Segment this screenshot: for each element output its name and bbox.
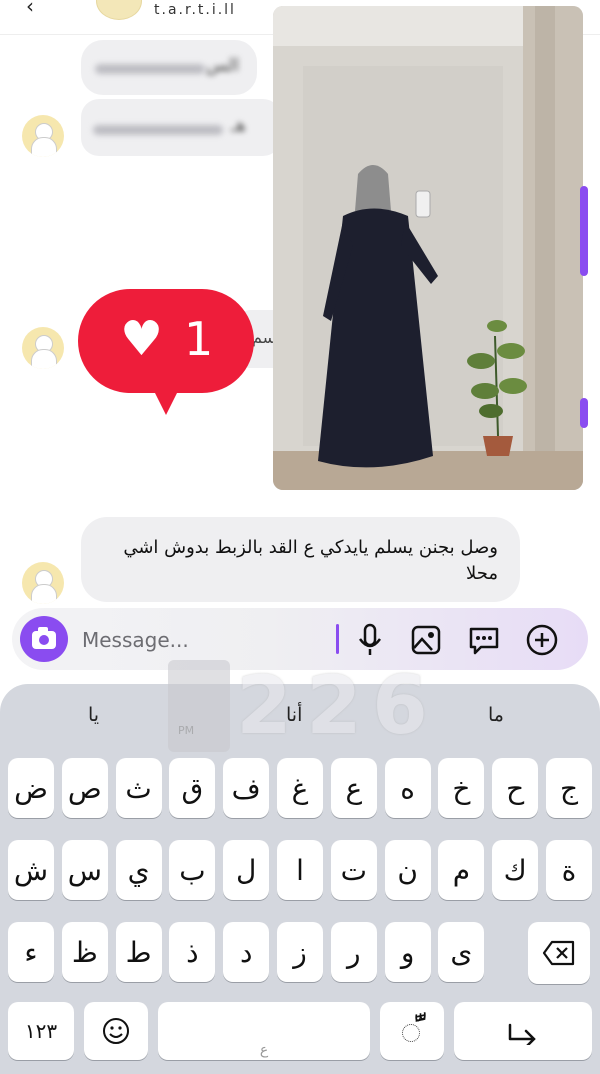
badge-shape [78,289,254,415]
space-hint: ع [259,1042,269,1058]
return-key[interactable] [454,1002,592,1060]
gallery-button[interactable] [408,622,444,658]
shared-photo[interactable] [273,6,583,490]
key-row2-9[interactable]: ك [492,840,539,900]
redacted-text [93,125,223,135]
message-text: الس [205,55,239,76]
key-row1-9[interactable]: ح [492,758,539,818]
key-row3-4[interactable]: د [223,922,270,982]
key-row1-7[interactable]: ه [384,758,431,818]
message-input[interactable] [80,622,324,658]
avatar[interactable] [22,562,64,604]
clock-panel [168,660,230,752]
key-row1-8[interactable]: خ [438,758,485,818]
key-row2-4[interactable]: ل [223,840,270,900]
key-row3-6[interactable]: ر [330,922,377,982]
heart-icon: ♥ [120,311,164,367]
key-row1-2[interactable]: ث [115,758,162,818]
clock-digit: 6 [372,659,428,752]
key-row2-6[interactable]: ت [330,840,377,900]
suggestion-item[interactable]: ما [488,704,504,726]
key-row2-3[interactable]: ب [169,840,216,900]
photo-dress-image [273,6,583,490]
add-button[interactable] [524,622,560,658]
like-notification-badge: ♥ 1 [76,287,256,415]
key-row2-8[interactable]: م [438,840,485,900]
emoji-key[interactable] [84,1002,148,1060]
suggestion-item[interactable]: يا [88,704,99,726]
microphone-button[interactable] [352,622,388,658]
suggestion-item[interactable]: أنا [286,704,302,726]
scroll-indicator [580,398,588,428]
key-row3-8[interactable]: ى [438,922,485,982]
avatar[interactable] [22,115,64,157]
emoji-icon [103,1018,129,1044]
microphone-icon [358,623,382,655]
key-row3-1[interactable]: ظ [61,922,108,982]
key-row1-3[interactable]: ق [169,758,216,818]
key-row2-0[interactable]: ش [8,840,54,900]
camera-icon [32,627,56,649]
key-row3-0[interactable]: ء [8,922,54,982]
message-text: هـ [231,115,246,136]
return-icon [508,1023,536,1045]
key-row1-6[interactable]: ع [330,758,377,818]
space-key[interactable]: ع [158,1002,370,1060]
reaction-count: 1 [184,312,214,366]
key-row3-3[interactable]: ذ [169,922,216,982]
sticker-button[interactable] [466,622,502,658]
camera-button[interactable] [20,616,68,662]
key-row1-1[interactable]: ص [61,758,108,818]
key-row3-2[interactable]: ط [115,922,162,982]
message-text: وصل بجنن يسلم يايدكي ع القد بالزبط بدوش … [123,537,498,584]
message-bubble[interactable]: هـ [81,99,281,156]
text-caret [336,624,339,654]
redacted-text [95,64,205,74]
key-row2-5[interactable]: ا [277,840,323,900]
key-row1-4[interactable]: ف [223,758,270,818]
key-row1-0[interactable]: ض [8,758,54,818]
username[interactable]: t.a.r.t.i.ll [154,2,236,18]
chevron-left-icon[interactable]: ‹ [26,0,34,18]
backspace-key[interactable] [528,922,590,984]
clock-digit: 2 [306,659,362,752]
clock-digit: 2 [236,659,292,752]
message-bubble[interactable]: الس [81,40,257,95]
clock-period: PM [178,724,195,737]
chat-bubble-icon [469,627,499,655]
backspace-icon [542,940,575,966]
dotted-circle-icon [402,1024,420,1042]
key-row2-7[interactable]: ن [384,840,431,900]
key-row2-10[interactable]: ة [546,840,592,900]
plus-icon [526,624,558,656]
avatar[interactable] [96,0,142,20]
image-icon [411,625,441,655]
key-row1-10[interactable]: ج [546,758,592,818]
key-row2-1[interactable]: س [61,840,108,900]
key-row2-2[interactable]: ي [115,840,162,900]
message-bubble[interactable]: وصل بجنن يسلم يايدكي ع القد بالزبط بدوش … [81,517,520,602]
key-row3-7[interactable]: و [384,922,431,982]
diacritic-key[interactable]: ًّ [380,1002,444,1060]
key-row1-5[interactable]: غ [277,758,323,818]
key-row3-5[interactable]: ز [277,922,323,982]
avatar[interactable] [22,327,64,369]
scroll-indicator [580,186,588,276]
numbers-key[interactable]: ١٢٣ [8,1002,74,1060]
